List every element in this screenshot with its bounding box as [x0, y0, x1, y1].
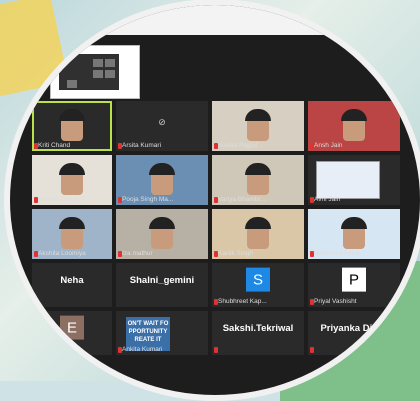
video-feed [245, 109, 271, 141]
avatar-letter: S [252, 271, 263, 289]
participant-name: Iza mathur [122, 250, 153, 257]
video-feed [149, 217, 175, 249]
video-feed [59, 217, 85, 249]
screen-share-view [316, 161, 380, 199]
participant-display-name: Shalni_gemini [129, 275, 195, 286]
avatar: S [246, 267, 270, 292]
participant-tile[interactable]: P Priyal Vashisht [308, 263, 400, 307]
participant-name: Kriti Chand [38, 142, 71, 149]
participant-tile[interactable]: E ...e Patil [32, 311, 112, 355]
participant-tile[interactable]: Iza mathur [116, 209, 208, 259]
participant-name: Arsita Kumari [122, 142, 162, 149]
participant-display-name: Neha [60, 275, 84, 286]
participant-name: Avni Jain [314, 196, 341, 203]
participant-name: ...e Patil [38, 346, 62, 353]
participant-name: Ansh Jain [314, 142, 343, 149]
participant-name: Priyal Vashisht [314, 298, 357, 305]
participant-tile[interactable]: Ansh Jain [308, 101, 400, 151]
participant-name: Yuvika Rajput [218, 142, 258, 149]
mic-muted-icon [214, 347, 218, 353]
avatar-letter: P [348, 271, 359, 289]
meeting-window: Kriti Chand ⊘ Arsita Kumari Yuvika Rajpu… [10, 5, 420, 395]
video-feed [341, 217, 367, 249]
participant-tile[interactable]: Shalni_gemini [116, 263, 208, 307]
participant-name: Vanya Bhambr... [218, 196, 266, 203]
mic-muted-icon [310, 347, 314, 353]
participant-name: Kartik Singh [218, 250, 254, 257]
participant-tile[interactable]: Pooja Singh Ma... [116, 155, 208, 205]
video-feed [245, 163, 271, 195]
participant-tile[interactable]: Yuvika Rajput [212, 101, 304, 151]
camera-off-icon: ⊘ [158, 117, 166, 127]
shared-screen-thumbnail[interactable] [50, 45, 140, 99]
participant-name: Aparna Dubey 7... [38, 196, 91, 203]
avatar: E [60, 315, 84, 340]
participant-tile[interactable]: Aparna Dubey 7... [32, 155, 112, 205]
participant-tile[interactable]: Vanya Bhambr... [212, 155, 304, 205]
video-feed [59, 109, 85, 141]
video-feed [59, 163, 85, 195]
participant-tile[interactable]: Priyanka Dilwa [308, 311, 400, 355]
participant-tile[interactable]: Neha [32, 263, 112, 307]
participant-tile[interactable]: ⊘ Arsita Kumari [116, 101, 208, 151]
participant-display-name: Priyanka Dilwa [320, 323, 388, 334]
participant-tile[interactable]: Kartik Singh [212, 209, 304, 259]
participant-name: Shubhreet Kap... [218, 298, 267, 305]
avatar: P [342, 267, 366, 292]
participant-name: Radhika Mishra [314, 250, 360, 257]
participant-tile[interactable]: S Shubhreet Kap... [212, 263, 304, 307]
window-top-bar [10, 5, 420, 35]
video-feed [245, 217, 271, 249]
video-feed [341, 109, 367, 141]
participant-tile[interactable]: Kriti Chand [32, 101, 112, 151]
participant-tile[interactable]: Akshita Loomiya [32, 209, 112, 259]
participant-name: Pooja Singh Ma... [122, 196, 174, 203]
participant-display-name: Sakshi.Tekriwal [222, 323, 294, 334]
participant-tile[interactable]: Sakshi.Tekriwal [212, 311, 304, 355]
avatar-letter: E [66, 319, 77, 337]
thumbnail-content [59, 54, 119, 90]
participant-tile[interactable]: Avni Jain [308, 155, 400, 205]
participant-name: Akshita Loomiya [38, 250, 86, 257]
participant-tile[interactable]: Radhika Mishra [308, 209, 400, 259]
participant-tile[interactable]: ON'T WAIT FO PPORTUNITY REATE IT Ankita … [116, 311, 208, 355]
participant-name: Ankita Kumari [122, 346, 163, 353]
video-feed [149, 163, 175, 195]
